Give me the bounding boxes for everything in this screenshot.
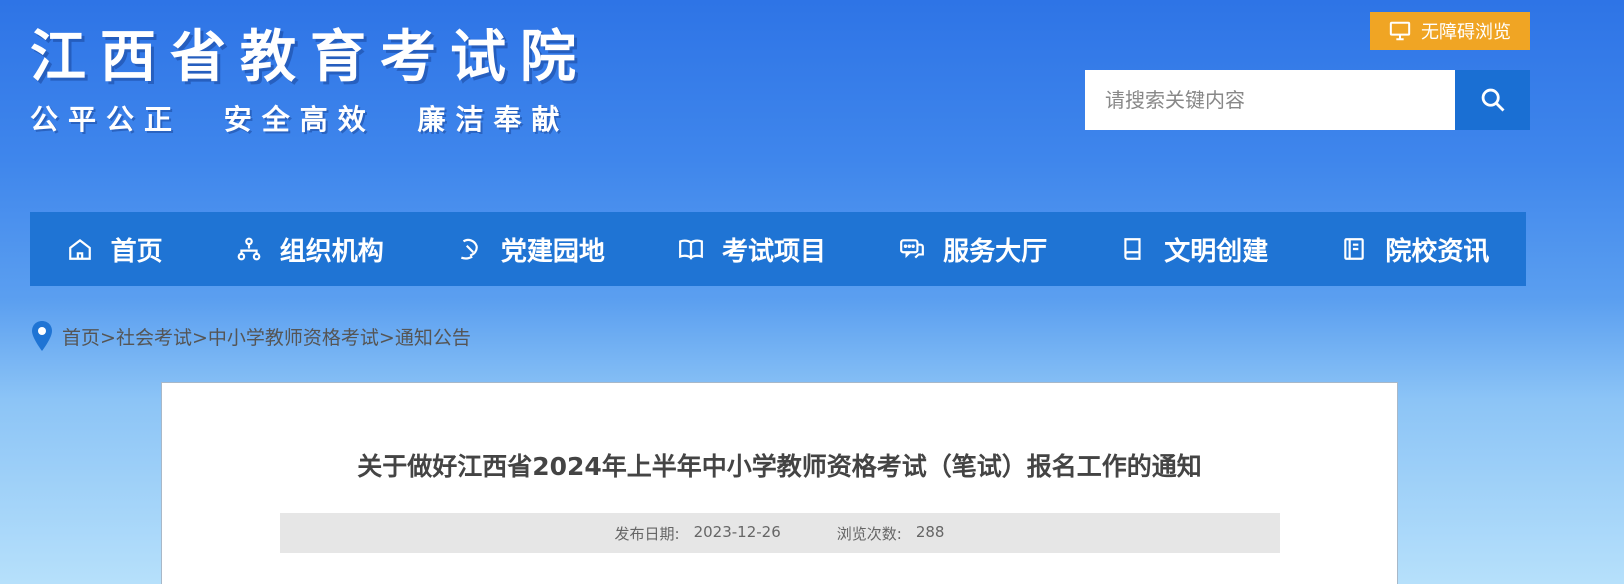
accessibility-label: 无障碍浏览 — [1421, 22, 1511, 43]
search-button[interactable] — [1455, 70, 1530, 130]
party-emblem-icon — [460, 238, 478, 260]
main-nav: 首页 组织机构 党建园地 考试项目 服务大厅 文明创建 院校资讯 — [30, 212, 1526, 286]
nav-item-home[interactable]: 首页 — [67, 231, 163, 268]
notebook-icon — [1344, 238, 1365, 260]
publish-date-label: 发布日期: — [614, 524, 680, 543]
book-open-icon — [679, 239, 703, 260]
article-panel: 关于做好江西省2024年上半年中小学教师资格考试（笔试）报名工作的通知 发布日期… — [161, 382, 1398, 584]
breadcrumb-separator: > — [191, 326, 208, 349]
view-count: 288 — [915, 522, 945, 541]
breadcrumb-separator: > — [378, 326, 395, 349]
breadcrumb-separator: > — [100, 326, 116, 349]
nav-item-service-hall[interactable]: 服务大厅 — [899, 231, 1047, 268]
nav-label: 组织机构 — [279, 236, 384, 267]
breadcrumb: 首页>社会考试>中小学教师资格考试>通知公告 — [30, 320, 471, 352]
chat-icon — [900, 239, 925, 259]
nav-item-school-news[interactable]: 院校资讯 — [1341, 231, 1489, 268]
site-logo[interactable]: 江西省教育考试院 公平公正 安全高效 廉洁奉献 — [30, 22, 590, 138]
nav-label: 文明创建 — [1164, 236, 1269, 267]
breadcrumb-notices[interactable]: 通知公告 — [395, 327, 471, 349]
article-meta: 发布日期: 2023-12-26 浏览次数: 288 — [279, 513, 1280, 553]
book-icon — [1124, 238, 1141, 260]
breadcrumb-teacher-qualification[interactable]: 中小学教师资格考试 — [208, 327, 379, 349]
accessibility-button[interactable]: 无障碍浏览 — [1370, 12, 1530, 50]
home-icon — [68, 238, 91, 260]
nav-item-organization[interactable]: 组织机构 — [236, 231, 384, 268]
nav-item-civilization[interactable]: 文明创建 — [1120, 231, 1268, 268]
nav-item-exam-projects[interactable]: 考试项目 — [678, 231, 826, 268]
search-input[interactable] — [1085, 70, 1455, 130]
site-title: 江西省教育考试院 — [30, 24, 590, 90]
nav-item-party-building[interactable]: 党建园地 — [457, 231, 605, 268]
nav-label: 服务大厅 — [943, 236, 1048, 267]
breadcrumb-home[interactable]: 首页 — [62, 327, 100, 349]
views-label: 浏览次数: — [836, 524, 902, 543]
site-slogan: 公平公正 安全高效 廉洁奉献 — [30, 103, 570, 136]
article-title: 关于做好江西省2024年上半年中小学教师资格考试（笔试）报名工作的通知 — [357, 452, 1202, 481]
nav-label: 考试项目 — [721, 236, 826, 267]
nav-label: 党建园地 — [500, 236, 605, 267]
monitor-icon — [1389, 21, 1411, 41]
breadcrumb-social-exams[interactable]: 社会考试 — [116, 327, 192, 349]
search-bar — [1085, 70, 1530, 130]
publish-date: 2023-12-26 — [693, 522, 781, 541]
location-pin-icon — [32, 321, 52, 351]
nav-label: 院校资讯 — [1385, 236, 1490, 267]
org-chart-icon — [237, 237, 261, 261]
nav-label: 首页 — [110, 236, 163, 267]
search-icon — [1481, 88, 1504, 112]
